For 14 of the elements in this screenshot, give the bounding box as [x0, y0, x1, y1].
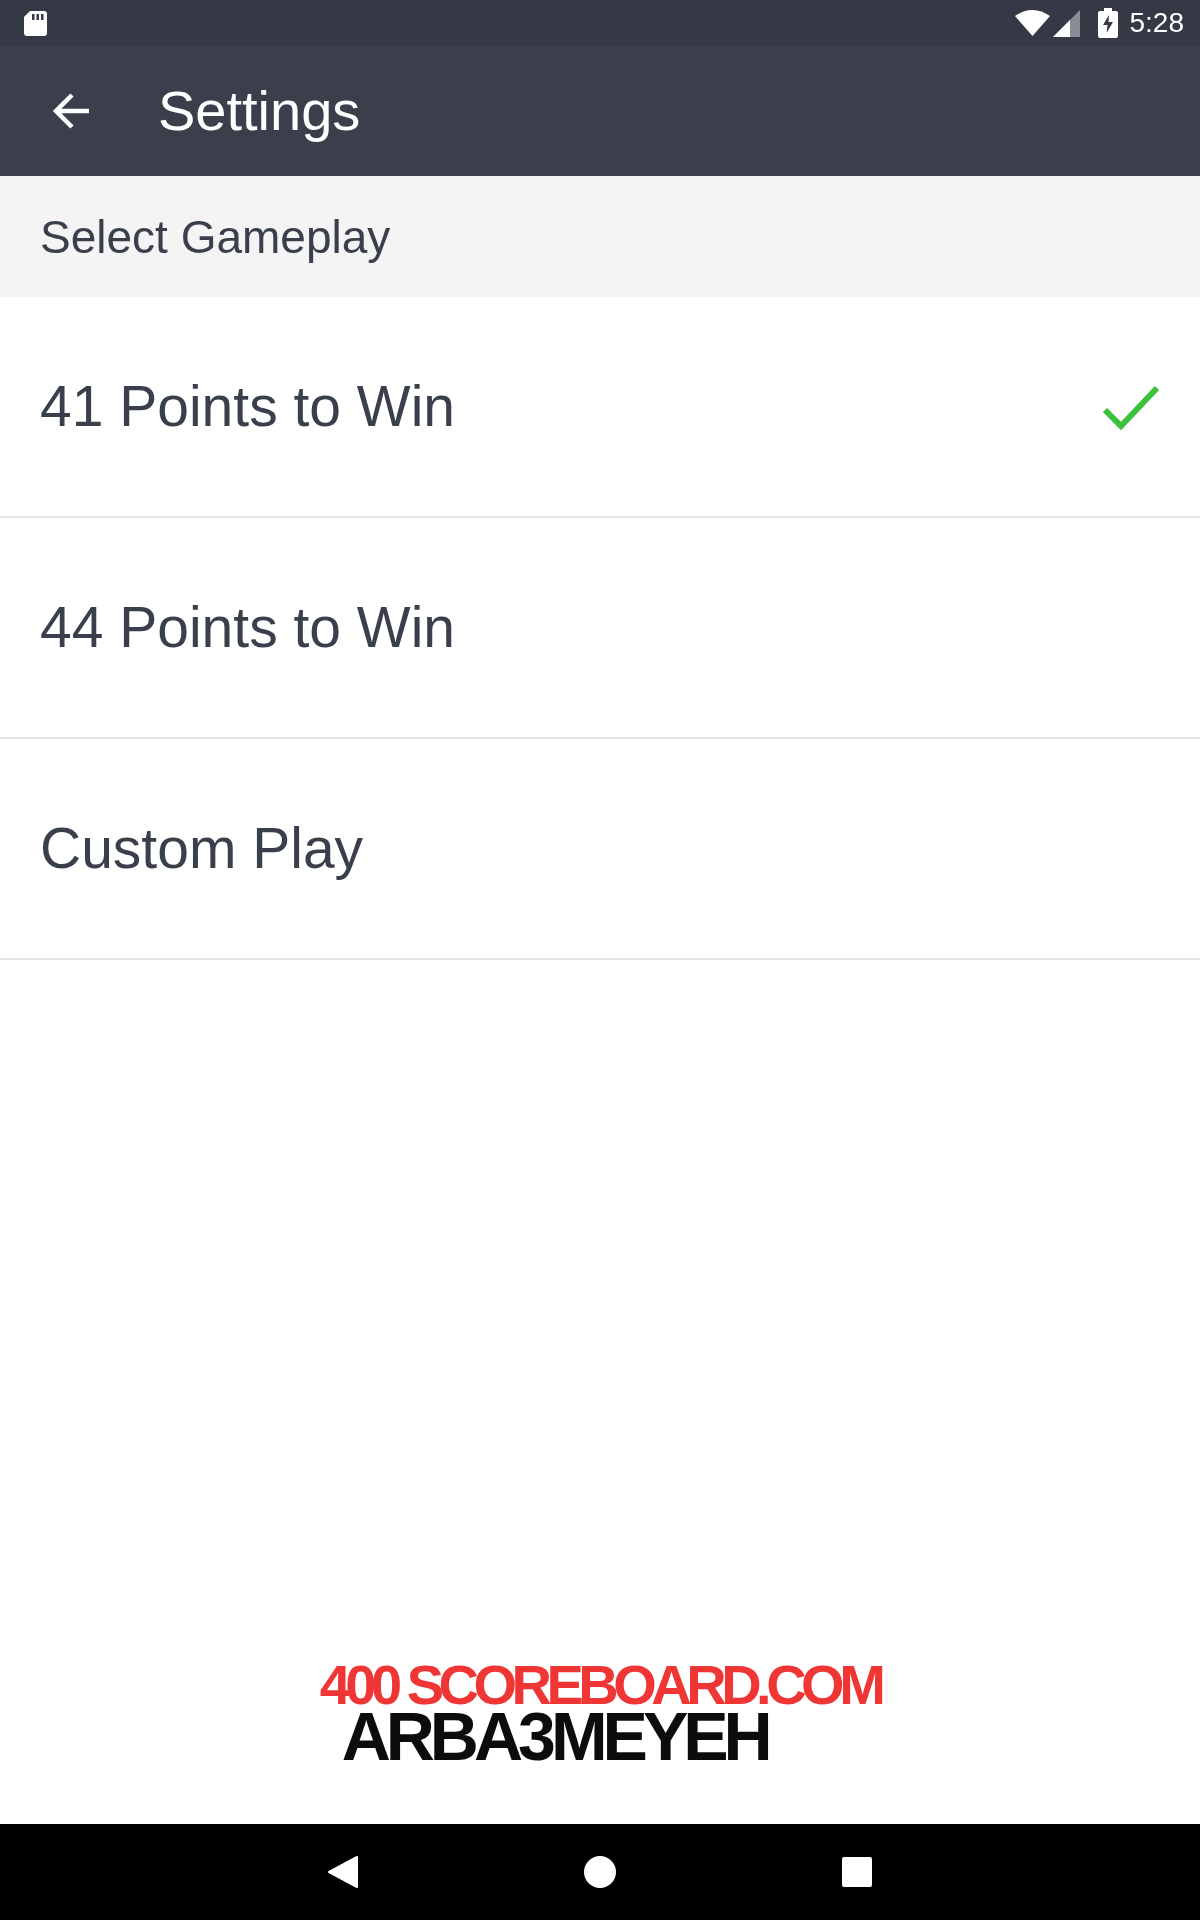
- recents-square-icon: [842, 1857, 872, 1887]
- logo-title-text: ARBA3MEYEH: [341, 1708, 768, 1766]
- nav-recents-button[interactable]: [841, 1856, 873, 1888]
- nav-home-button[interactable]: [584, 1856, 616, 1888]
- battery-charging-icon: [1097, 8, 1118, 38]
- logo-website-text: 400 SCOREBOARD.COM: [319, 1660, 881, 1709]
- status-time: 5:28: [1129, 9, 1184, 37]
- nav-back-button[interactable]: [327, 1856, 359, 1888]
- home-circle-icon: [584, 1856, 616, 1888]
- back-triangle-icon: [328, 1856, 358, 1888]
- signal-icon: [1052, 9, 1080, 37]
- sd-card-icon: [24, 10, 47, 36]
- wifi-icon: [1014, 10, 1050, 36]
- back-arrow-icon: [53, 93, 91, 129]
